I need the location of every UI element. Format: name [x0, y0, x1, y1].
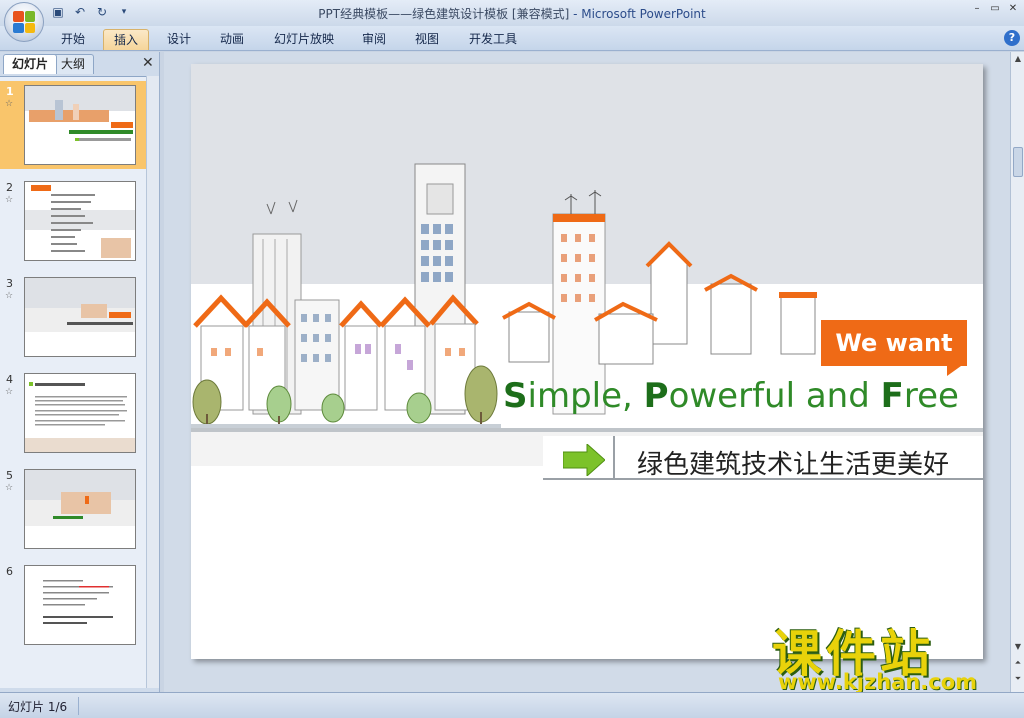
thumbnail-preview [24, 469, 136, 549]
thumbnail-number: 6 [6, 565, 13, 578]
tab-home[interactable]: 开始 [54, 29, 92, 50]
slide-thumbnail-1[interactable]: 1 ☆ [0, 81, 146, 169]
app-name: - Microsoft PowerPoint [569, 7, 706, 21]
slide-thumbnail-6[interactable]: 6 [0, 561, 146, 649]
animation-star-icon: ☆ [5, 483, 14, 493]
thumbnail-preview [24, 373, 136, 453]
office-button[interactable] [4, 2, 44, 42]
green-arrow-icon [563, 444, 605, 476]
editor-scrollbar[interactable]: ▲ ▼ ⏶ ⏷ [1010, 52, 1024, 692]
scroll-thumb[interactable] [1013, 147, 1023, 177]
tab-view[interactable]: 视图 [408, 29, 446, 50]
scroll-up-icon[interactable]: ▲ [1012, 54, 1024, 66]
thumbnail-number: 5 [6, 469, 13, 482]
thumbnail-preview [24, 565, 136, 645]
help-icon[interactable]: ? [1004, 30, 1020, 46]
tab-outline[interactable]: 大纲 [52, 54, 95, 74]
slide-counter: 幻灯片 1/6 [8, 700, 68, 714]
watermark-url: www.kjzhan.com [778, 670, 978, 694]
previous-slide-icon[interactable]: ⏶ [1012, 658, 1024, 670]
slide-text-layer: We want Simple, Powerful and Free 绿色建筑技术… [191, 64, 983, 659]
tab-design[interactable]: 设计 [158, 29, 200, 50]
restore-icon[interactable]: ▭ [988, 3, 1002, 15]
next-slide-icon[interactable]: ⏷ [1012, 674, 1024, 686]
thumbnail-preview [24, 277, 136, 357]
tab-slideshow[interactable]: 幻灯片放映 [268, 29, 340, 50]
minimize-icon[interactable]: – [970, 3, 984, 15]
slide-thumbnail-4[interactable]: 4 ☆ [0, 369, 146, 457]
ribbon-tabs: 开始 插入 设计 动画 幻灯片放映 审阅 视图 开发工具 [0, 26, 1024, 51]
animation-star-icon: ☆ [5, 195, 14, 205]
thumbnail-scrollbar[interactable] [146, 76, 159, 688]
we-want-badge[interactable]: We want [821, 320, 967, 366]
document-title: PPT经典模板——绿色建筑设计模板 [兼容模式] [318, 7, 570, 21]
tab-developer[interactable]: 开发工具 [462, 29, 524, 50]
thumbnail-preview [24, 181, 136, 261]
window-title: PPT经典模板——绿色建筑设计模板 [兼容模式] - Microsoft Pow… [0, 5, 1024, 22]
badge-tail [947, 366, 961, 376]
close-panel-icon[interactable]: ✕ [142, 55, 154, 71]
slide-headline[interactable]: Simple, Powerful and Free [503, 376, 959, 416]
tab-review[interactable]: 审阅 [355, 29, 393, 50]
slide-subtitle[interactable]: 绿色建筑技术让生活更美好 [637, 444, 949, 481]
tab-insert[interactable]: 插入 [103, 29, 149, 50]
window-controls: – ▭ ✕ [970, 3, 1020, 15]
panel-tabs: 幻灯片 大纲 ✕ [0, 52, 160, 74]
thumbnail-preview [24, 85, 136, 165]
thumbnail-list: 1 ☆ 2 ☆ 3 ☆ 4 ☆ 5 ☆ 6 [0, 76, 146, 688]
slide-thumbnail-3[interactable]: 3 ☆ [0, 273, 146, 361]
subtitle-divider [613, 436, 615, 478]
thumbnail-number: 2 [6, 181, 13, 194]
status-bar: 幻灯片 1/6 [0, 692, 1024, 718]
close-window-icon[interactable]: ✕ [1006, 3, 1020, 15]
status-divider [78, 697, 79, 715]
thumbnail-number: 3 [6, 277, 13, 290]
slide-thumbnail-5[interactable]: 5 ☆ [0, 465, 146, 553]
title-bar: ▣ ↶ ↻ ▾ PPT经典模板——绿色建筑设计模板 [兼容模式] - Micro… [0, 0, 1024, 26]
scroll-down-icon[interactable]: ▼ [1012, 642, 1024, 654]
animation-star-icon: ☆ [5, 291, 14, 301]
office-logo-icon [13, 11, 35, 33]
slides-panel: 幻灯片 大纲 ✕ 1 ☆ 2 ☆ 3 ☆ 4 ☆ 5 ☆ 6 [0, 52, 160, 692]
thumbnail-number: 1 [6, 85, 14, 98]
tab-animation[interactable]: 动画 [212, 29, 252, 50]
animation-star-icon: ☆ [5, 387, 14, 397]
tab-slides[interactable]: 幻灯片 [3, 54, 58, 74]
animation-star-icon: ☆ [5, 99, 14, 109]
slide-thumbnail-2[interactable]: 2 ☆ [0, 177, 146, 265]
thumbnail-number: 4 [6, 373, 13, 386]
